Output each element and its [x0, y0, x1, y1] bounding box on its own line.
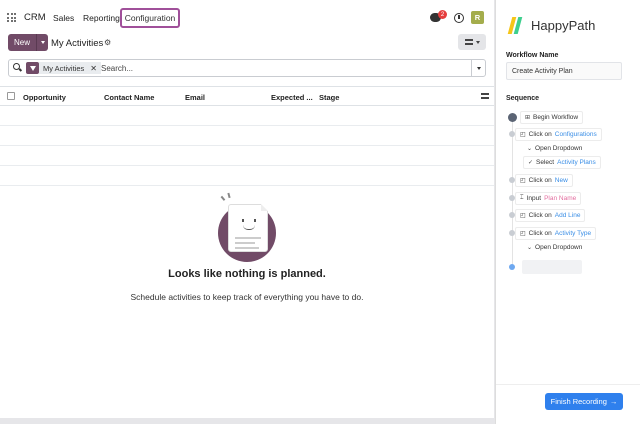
page-title: My Activities — [51, 38, 104, 49]
sequence-timeline — [512, 118, 513, 266]
menu-configuration[interactable]: Configuration — [120, 8, 180, 28]
column-opportunity[interactable]: Opportunity — [23, 93, 66, 102]
new-dropdown-caret-icon[interactable] — [36, 34, 48, 51]
workflow-name-field[interactable]: Create Activity Plan — [506, 62, 622, 80]
empty-state-subtitle: Schedule activities to keep track of eve… — [130, 292, 364, 302]
step-input-plan-name[interactable]: ⌶ Input Plan Name — [515, 192, 582, 205]
column-expected[interactable]: Expected ... — [271, 93, 313, 102]
step-text: Open Dropdown — [535, 244, 583, 251]
happypath-panel: HappyPath Workflow Name Create Activity … — [495, 0, 640, 424]
step-begin-workflow[interactable]: ⊞ Begin Workflow — [520, 111, 584, 124]
top-navbar: CRM Sales Reporting Configuration 2 R — [0, 0, 494, 34]
step-text: Input — [526, 195, 542, 202]
column-email[interactable]: Email — [185, 93, 205, 102]
filter-icon — [26, 62, 39, 74]
step-text: Begin Workflow — [533, 114, 579, 121]
panel-divider — [496, 384, 640, 385]
search-facet: My Activities ✕ — [39, 62, 101, 74]
user-avatar[interactable]: R — [471, 11, 484, 24]
step-target: Configurations — [554, 131, 597, 138]
column-contact-name[interactable]: Contact Name — [104, 93, 154, 102]
close-icon[interactable]: ✕ — [90, 64, 97, 73]
gear-icon[interactable]: ⚙ — [104, 38, 111, 47]
table-header: Opportunity Contact Name Email Expected … — [0, 86, 494, 106]
step-text: Select — [536, 159, 555, 166]
app-menu-icon[interactable] — [7, 13, 16, 22]
pending-step-placeholder — [522, 260, 582, 274]
table-row — [0, 126, 494, 146]
list-view-icon — [464, 39, 473, 45]
view-switcher[interactable] — [458, 34, 486, 50]
happypath-brand: HappyPath — [531, 18, 596, 33]
search-options-toggle[interactable] — [471, 60, 485, 76]
column-settings-icon[interactable] — [481, 92, 489, 100]
finish-recording-label: Finish Recording — [550, 397, 607, 406]
check-icon: ✓ — [528, 160, 534, 166]
table-row — [0, 106, 494, 126]
input-icon: ⌶ — [520, 195, 524, 201]
click-icon: ◰ — [520, 231, 526, 237]
search-input[interactable] — [101, 63, 461, 73]
app-brand[interactable]: CRM — [24, 12, 46, 23]
timeline-dot-active — [509, 264, 515, 270]
step-click-activity-type[interactable]: ◰ Click on Activity Type — [515, 227, 597, 240]
step-text: Click on — [528, 230, 552, 237]
step-target: New — [554, 177, 568, 184]
sequence-label: Sequence — [506, 95, 540, 102]
chevron-down-icon — [475, 40, 480, 44]
step-text: Click on — [528, 212, 552, 219]
search-bar: My Activities ✕ — [8, 59, 486, 77]
click-icon: ◰ — [520, 213, 526, 219]
column-stage[interactable]: Stage — [319, 93, 339, 102]
step-target: Plan Name — [544, 195, 577, 202]
menu-configuration-label: Configuration — [124, 13, 176, 23]
menu-reporting[interactable]: Reporting — [83, 13, 120, 23]
step-target: Activity Plans — [557, 159, 596, 166]
finish-recording-button[interactable]: Finish Recording → — [545, 393, 623, 410]
clock-icon[interactable] — [454, 13, 464, 23]
step-open-dropdown[interactable]: ⌄ Open Dropdown — [523, 142, 587, 155]
step-select-activity-plans[interactable]: ✓ Select Activity Plans — [523, 156, 601, 169]
timeline-dot — [508, 113, 517, 122]
notification-badge: 2 — [438, 10, 447, 19]
arrow-right-icon: → — [609, 397, 618, 406]
menu-sales[interactable]: Sales — [53, 13, 74, 23]
click-icon: ◰ — [520, 132, 526, 138]
new-button[interactable]: New — [8, 34, 36, 51]
step-target: Activity Type — [554, 230, 592, 237]
chevron-double-down-icon: ⌄ — [527, 146, 533, 152]
search-icon[interactable] — [13, 63, 20, 70]
step-click-configurations[interactable]: ◰ Click on Configurations — [515, 128, 602, 141]
step-click-add-line[interactable]: ◰ Click on Add Line — [515, 209, 586, 222]
step-target: Add Line — [554, 212, 581, 219]
chevron-double-down-icon: ⌄ — [527, 245, 533, 251]
table-row — [0, 146, 494, 166]
step-text: Click on — [528, 131, 552, 138]
click-icon: ◰ — [520, 178, 526, 184]
step-text: Open Dropdown — [535, 145, 583, 152]
begin-icon: ⊞ — [525, 115, 531, 121]
table-row — [0, 166, 494, 186]
step-click-new[interactable]: ◰ Click on New — [515, 174, 573, 187]
happypath-logo-icon — [507, 17, 527, 34]
workflow-name-label: Workflow Name — [506, 52, 559, 59]
step-open-dropdown[interactable]: ⌄ Open Dropdown — [523, 241, 587, 254]
search-facet-label: My Activities — [43, 63, 85, 73]
empty-state-title: Looks like nothing is planned. — [168, 268, 326, 280]
crm-app: CRM Sales Reporting Configuration 2 R Ne… — [0, 0, 494, 418]
step-text: Click on — [528, 177, 552, 184]
empty-state-illustration — [216, 192, 278, 262]
select-all-checkbox[interactable] — [7, 92, 15, 100]
